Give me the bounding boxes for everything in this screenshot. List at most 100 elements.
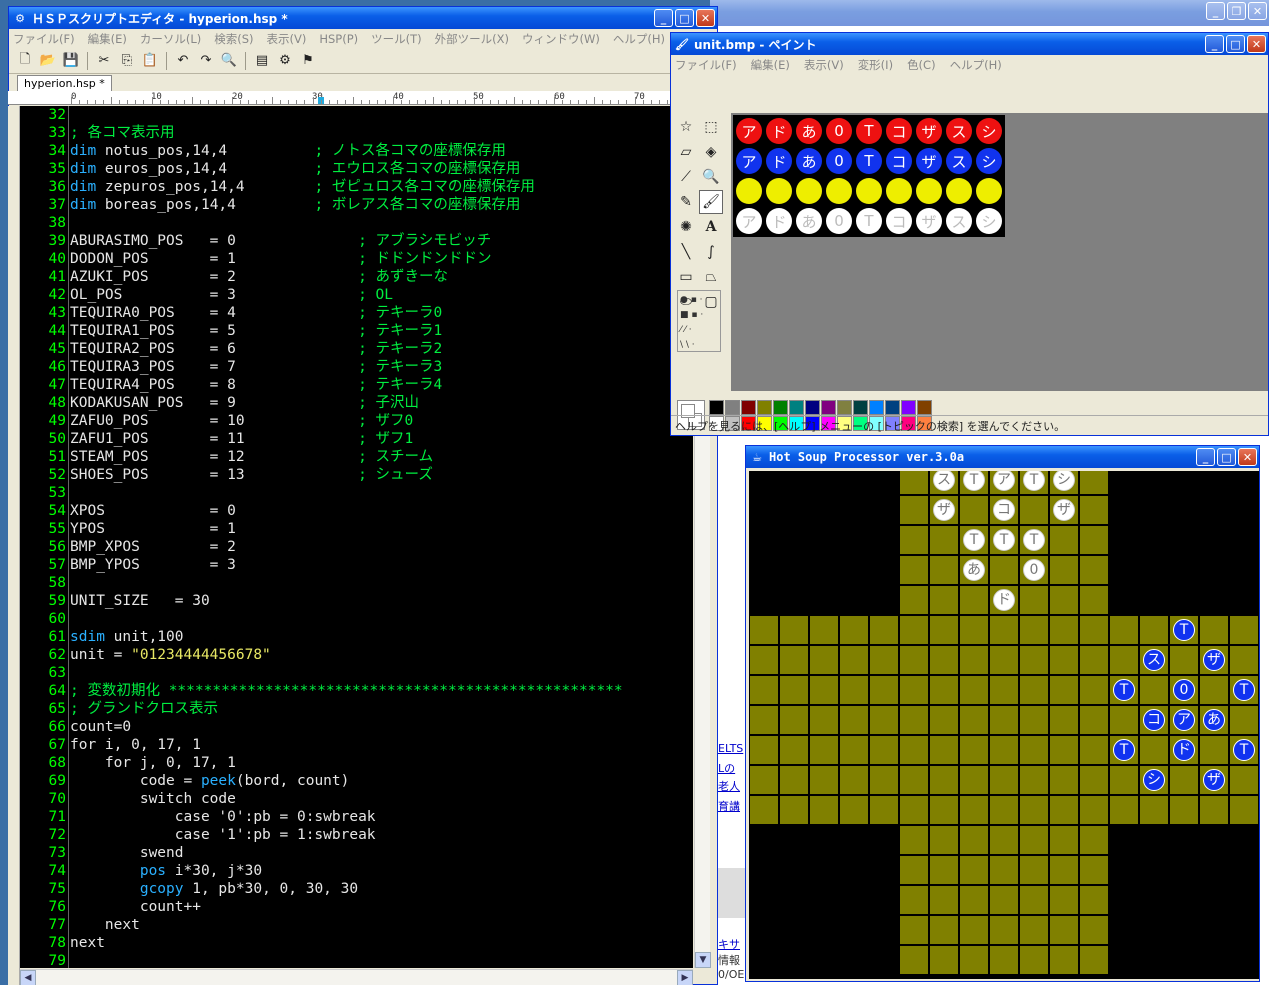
board-cell[interactable] xyxy=(1019,855,1049,885)
board-cell[interactable] xyxy=(929,555,959,585)
board-cell[interactable] xyxy=(1049,585,1079,615)
palette-swatch[interactable] xyxy=(773,400,788,415)
code-line[interactable]: 53 xyxy=(20,484,693,502)
close-icon[interactable]: ✕ xyxy=(1247,35,1266,53)
board-cell[interactable] xyxy=(809,615,839,645)
code-line[interactable]: 79 xyxy=(20,952,693,968)
new-icon[interactable]: 🗋 xyxy=(15,51,35,71)
board-cell[interactable] xyxy=(959,915,989,945)
palette-swatch[interactable] xyxy=(853,400,868,415)
blue-piece[interactable]: シ xyxy=(1143,769,1165,791)
editor-horizontal-scrollbar[interactable]: ◀ ▶ xyxy=(20,969,693,985)
copy-icon[interactable]: ⎘ xyxy=(117,51,137,71)
menu-colors[interactable]: 色(C) xyxy=(907,57,936,73)
board-cell[interactable] xyxy=(1169,765,1199,795)
blue-piece[interactable]: T xyxy=(1113,679,1135,701)
code-line[interactable]: 63 xyxy=(20,664,693,682)
white-piece[interactable]: ザ xyxy=(1053,499,1075,521)
board-cell[interactable] xyxy=(1049,525,1079,555)
board-cell[interactable] xyxy=(1019,735,1049,765)
board-cell[interactable] xyxy=(899,795,929,825)
board-cell[interactable] xyxy=(929,945,959,975)
board-cell[interactable] xyxy=(779,765,809,795)
board-cell[interactable] xyxy=(1019,825,1049,855)
scroll-left-icon[interactable]: ◀ xyxy=(20,970,36,985)
undo-icon[interactable]: ↶ xyxy=(173,51,193,71)
board-cell[interactable] xyxy=(1109,705,1139,735)
code-line[interactable]: 34 dim notus_pos,14,4 ; ノトス各コマの座標保存用 xyxy=(20,142,693,160)
board-cell[interactable] xyxy=(1049,945,1079,975)
blue-piece[interactable]: T xyxy=(1113,739,1135,761)
board-cell[interactable] xyxy=(1169,795,1199,825)
board-cell[interactable] xyxy=(1019,915,1049,945)
board-cell[interactable] xyxy=(959,495,989,525)
board-cell[interactable] xyxy=(899,585,929,615)
board-cell[interactable] xyxy=(899,645,929,675)
board-cell[interactable] xyxy=(1079,825,1109,855)
menu-file[interactable]: ファイル(F) xyxy=(675,57,737,73)
palette-swatch[interactable] xyxy=(917,400,932,415)
save-icon[interactable]: 💾 xyxy=(61,51,81,71)
board-cell[interactable] xyxy=(779,675,809,705)
scroll-down-icon[interactable]: ▼ xyxy=(695,952,711,968)
hsp-titlebar[interactable]: ☕ Hot Soup Processor ver.3.0a _ □ ✕ xyxy=(746,446,1259,468)
board-cell[interactable] xyxy=(899,675,929,705)
code-line[interactable]: 41 AZUKI_POS = 2 ; あずきーな xyxy=(20,268,693,286)
code-line[interactable]: 46 TEQUIRA3_POS = 7 ; テキーラ3 xyxy=(20,358,693,376)
board-cell[interactable] xyxy=(989,645,1019,675)
board-cell[interactable] xyxy=(1229,765,1259,795)
palette-swatch[interactable] xyxy=(725,400,740,415)
board-cell[interactable] xyxy=(839,795,869,825)
code-line[interactable]: 73 swend xyxy=(20,844,693,862)
board-cell[interactable] xyxy=(1079,675,1109,705)
board-cell[interactable] xyxy=(1019,945,1049,975)
board-cell[interactable] xyxy=(779,645,809,675)
code-line[interactable]: 72 case '1':pb = 1:swbreak xyxy=(20,826,693,844)
board-cell[interactable] xyxy=(959,735,989,765)
code-line[interactable]: 68 for j, 0, 17, 1 xyxy=(20,754,693,772)
board-cell[interactable] xyxy=(899,945,929,975)
minimize-icon[interactable]: _ xyxy=(1206,2,1225,20)
paint-titlebar[interactable]: 🖌 unit.bmp - ペイント _ □ ✕ xyxy=(671,33,1268,55)
board-cell[interactable] xyxy=(1019,645,1049,675)
board-cell[interactable] xyxy=(749,765,779,795)
minimize-icon[interactable]: _ xyxy=(654,9,673,27)
board-cell[interactable] xyxy=(1109,615,1139,645)
board-cell[interactable] xyxy=(989,705,1019,735)
code-line[interactable]: 32 xyxy=(20,106,693,124)
board-cell[interactable] xyxy=(1079,705,1109,735)
board-cell[interactable] xyxy=(1049,615,1079,645)
code-line[interactable]: 57 BMP_YPOS = 3 xyxy=(20,556,693,574)
blue-piece[interactable]: T xyxy=(1233,739,1255,761)
board-cell[interactable] xyxy=(899,525,929,555)
eyedropper-icon[interactable]: ⟋ xyxy=(674,165,698,189)
board-cell[interactable] xyxy=(1079,585,1109,615)
code-line[interactable]: 52 SHOES_POS = 13 ; シューズ xyxy=(20,466,693,484)
code-line[interactable]: 62 unit = "01234444456678" xyxy=(20,646,693,664)
board-cell[interactable] xyxy=(869,705,899,735)
code-line[interactable]: 56 BMP_XPOS = 2 xyxy=(20,538,693,556)
palette-swatch[interactable] xyxy=(805,400,820,415)
blue-piece[interactable]: ス xyxy=(1143,649,1165,671)
menu-window[interactable]: ウィンドウ(W) xyxy=(522,31,600,47)
board-cell[interactable] xyxy=(839,735,869,765)
board-cell[interactable] xyxy=(1049,705,1079,735)
board-cell[interactable] xyxy=(989,885,1019,915)
code-line[interactable]: 39 ABURASIMO_POS = 0 ; アブラシモビッチ xyxy=(20,232,693,250)
board-cell[interactable] xyxy=(869,795,899,825)
board-cell[interactable] xyxy=(959,945,989,975)
board-cell[interactable] xyxy=(929,795,959,825)
close-icon[interactable]: ✕ xyxy=(1238,448,1257,466)
board-cell[interactable] xyxy=(929,825,959,855)
board-cell[interactable] xyxy=(929,525,959,555)
curve-icon[interactable]: ∫ xyxy=(699,240,723,264)
board-cell[interactable] xyxy=(1079,471,1109,495)
bg-text[interactable]: Lの xyxy=(718,760,735,776)
board-cell[interactable] xyxy=(809,645,839,675)
white-piece[interactable]: あ xyxy=(963,559,985,581)
board-cell[interactable] xyxy=(1079,555,1109,585)
menu-help[interactable]: ヘルプ(H) xyxy=(950,57,1002,73)
palette-swatch[interactable] xyxy=(885,400,900,415)
palette-swatch[interactable] xyxy=(789,400,804,415)
board-cell[interactable] xyxy=(779,705,809,735)
